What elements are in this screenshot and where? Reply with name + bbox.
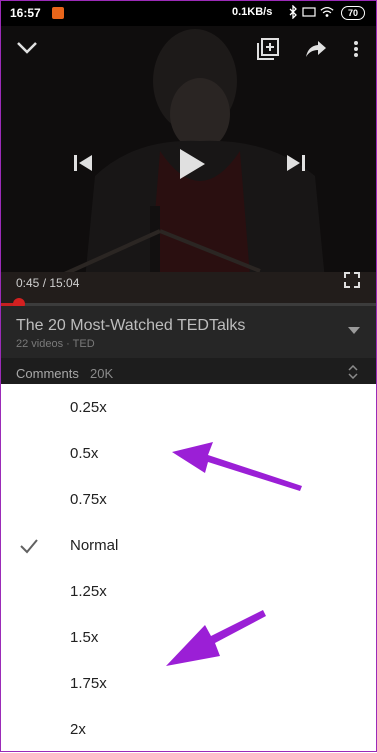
playback-time: 0:45 / 15:04 [16, 276, 80, 290]
speed-option-label: 0.75x [70, 491, 107, 508]
expand-comments-icon[interactable] [348, 365, 358, 379]
speed-option-label: 0.5x [70, 445, 99, 462]
speed-option-label: Normal [70, 537, 119, 554]
status-time: 16:57 [10, 6, 41, 20]
volte-icon [302, 7, 316, 17]
playback-speed-sheet: 0.25x 0.5x 0.75x Normal 1.25x 1.5x 1.75x… [0, 384, 377, 752]
next-icon[interactable] [286, 153, 306, 173]
speed-option[interactable]: 1.25x [0, 569, 377, 615]
speed-option-label: 1.75x [70, 675, 107, 692]
minimize-chevron-icon[interactable] [16, 40, 38, 56]
speed-option[interactable]: 1.5x [0, 615, 377, 661]
network-speed: 0.1KB/s [232, 6, 273, 18]
battery-indicator: 70 [341, 6, 365, 20]
bluetooth-icon [289, 5, 297, 19]
share-icon[interactable] [305, 40, 327, 58]
previous-icon[interactable] [73, 153, 93, 173]
playlist-info: The 20 Most-Watched TEDTalks 22 videos ·… [0, 306, 377, 384]
playlist-subtitle: 22 videos · TED [16, 338, 95, 350]
speed-option[interactable]: 2x [0, 707, 377, 753]
playlist-title: The 20 Most-Watched TEDTalks [16, 317, 246, 334]
speed-option[interactable]: 1.75x [0, 661, 377, 707]
check-icon [20, 539, 38, 554]
more-options-icon[interactable] [353, 40, 359, 58]
speed-option[interactable]: 0.5x [0, 431, 377, 477]
wifi-icon [320, 6, 334, 17]
comments-label: Comments [16, 366, 79, 381]
comments-count: 20K [90, 366, 114, 381]
app-notification-icon [52, 7, 64, 19]
expand-playlist-icon[interactable] [348, 327, 360, 335]
comments-bar[interactable]: Comments 20K [0, 358, 377, 384]
speed-option-label: 0.25x [70, 399, 107, 416]
speed-option-label: 1.5x [70, 629, 99, 646]
speed-option-selected[interactable]: Normal [0, 523, 377, 569]
fullscreen-icon[interactable] [344, 272, 360, 288]
speed-option[interactable]: 0.75x [0, 477, 377, 523]
add-to-playlist-icon[interactable] [257, 38, 279, 60]
video-player[interactable]: 0:45 / 15:04 [0, 26, 377, 332]
status-bar: 16:57 0.1KB/s 70 [0, 0, 377, 26]
play-icon[interactable] [178, 148, 206, 180]
speed-option-label: 1.25x [70, 583, 107, 600]
speed-option-label: 2x [70, 721, 86, 738]
speed-option[interactable]: 0.25x [0, 385, 377, 431]
